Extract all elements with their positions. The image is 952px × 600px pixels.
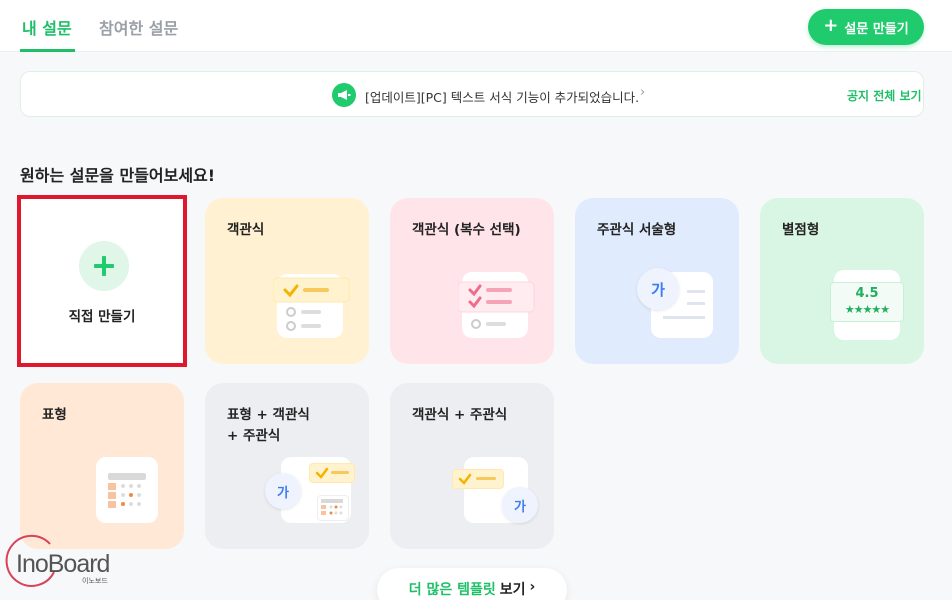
korean-glyph-icon: 가 [637, 268, 679, 310]
mixed-answer-icon: 가 [452, 455, 548, 527]
template-card-rating[interactable]: 별점형 4.5 ★★★★★ [760, 198, 924, 364]
card-label: 객관식 + 주관식 [412, 407, 508, 423]
watermark-subtext: 이노보드 [82, 577, 108, 585]
template-card-table[interactable]: 표형 [20, 383, 184, 549]
tab-my-surveys[interactable]: 내 설문 [22, 15, 72, 39]
tab-participated-surveys[interactable]: 참여한 설문 [99, 15, 178, 39]
card-label: 객관식 [227, 222, 265, 238]
view-all-notices-link[interactable]: 공지 전체 보기 [847, 87, 922, 104]
watermark-text: InoBoard [16, 550, 110, 578]
rating-value: 4.5 [855, 286, 879, 301]
card-label: 별점형 [782, 222, 820, 238]
more-templates-view-label: 보기 [499, 582, 526, 598]
direct-create-label: 직접 만들기 [68, 309, 136, 325]
plus-icon: + [823, 15, 839, 36]
checklist-icon [273, 274, 350, 338]
star-rating-icon: 4.5 ★★★★★ [830, 270, 904, 340]
notice-banner[interactable]: [업데이트][PC] 텍스트 서식 기능이 추가되었습니다. › 공지 전체 보… [20, 71, 924, 117]
korean-glyph-icon: 가 [265, 473, 301, 509]
mixed-template-icon: 가 [265, 457, 365, 527]
megaphone-icon [332, 83, 356, 107]
notice-text[interactable]: [업데이트][PC] 텍스트 서식 기능이 추가되었습니다. [365, 87, 639, 106]
template-card-multiple-choice[interactable]: 객관식 (복수 선택) [390, 198, 554, 364]
card-label: 표형 [42, 407, 67, 423]
section-title: 원하는 설문을 만들어보세요! [20, 166, 216, 185]
top-bar: 내 설문 참여한 설문 + 설문 만들기 [0, 0, 952, 52]
template-card-table-objective-subjective[interactable]: 표형 + 객관식 + 주관식 가 [205, 383, 369, 549]
more-templates-button[interactable]: 더 많은 템플릿 보기 › [377, 568, 567, 600]
plus-circle-icon [79, 241, 129, 291]
multi-checklist-icon [458, 272, 535, 338]
inoboard-watermark: InoBoard 이노보드 [2, 532, 122, 592]
template-card-objective[interactable]: 객관식 [205, 198, 369, 364]
text-answer-icon: 가 [637, 268, 717, 340]
more-templates-label: 더 많은 템플릿 [408, 582, 496, 598]
stars-icon: ★★★★★ [844, 303, 890, 316]
create-survey-label: 설문 만들기 [844, 21, 909, 37]
template-card-subjective[interactable]: 주관식 서술형 가 [575, 198, 739, 364]
create-survey-button[interactable]: + 설문 만들기 [808, 9, 924, 45]
chevron-right-icon: › [529, 579, 536, 595]
template-card-objective-subjective[interactable]: 객관식 + 주관식 가 [390, 383, 554, 549]
korean-glyph-icon: 가 [502, 487, 538, 523]
table-grid-icon [96, 457, 158, 523]
active-tab-indicator [20, 49, 75, 52]
card-label: 주관식 서술형 [597, 222, 677, 238]
card-label: 표형 + 객관식 + 주관식 [227, 407, 310, 444]
chevron-right-icon: › [640, 85, 646, 100]
card-label: 객관식 (복수 선택) [412, 222, 521, 238]
direct-create-card[interactable]: 직접 만들기 [17, 195, 187, 367]
